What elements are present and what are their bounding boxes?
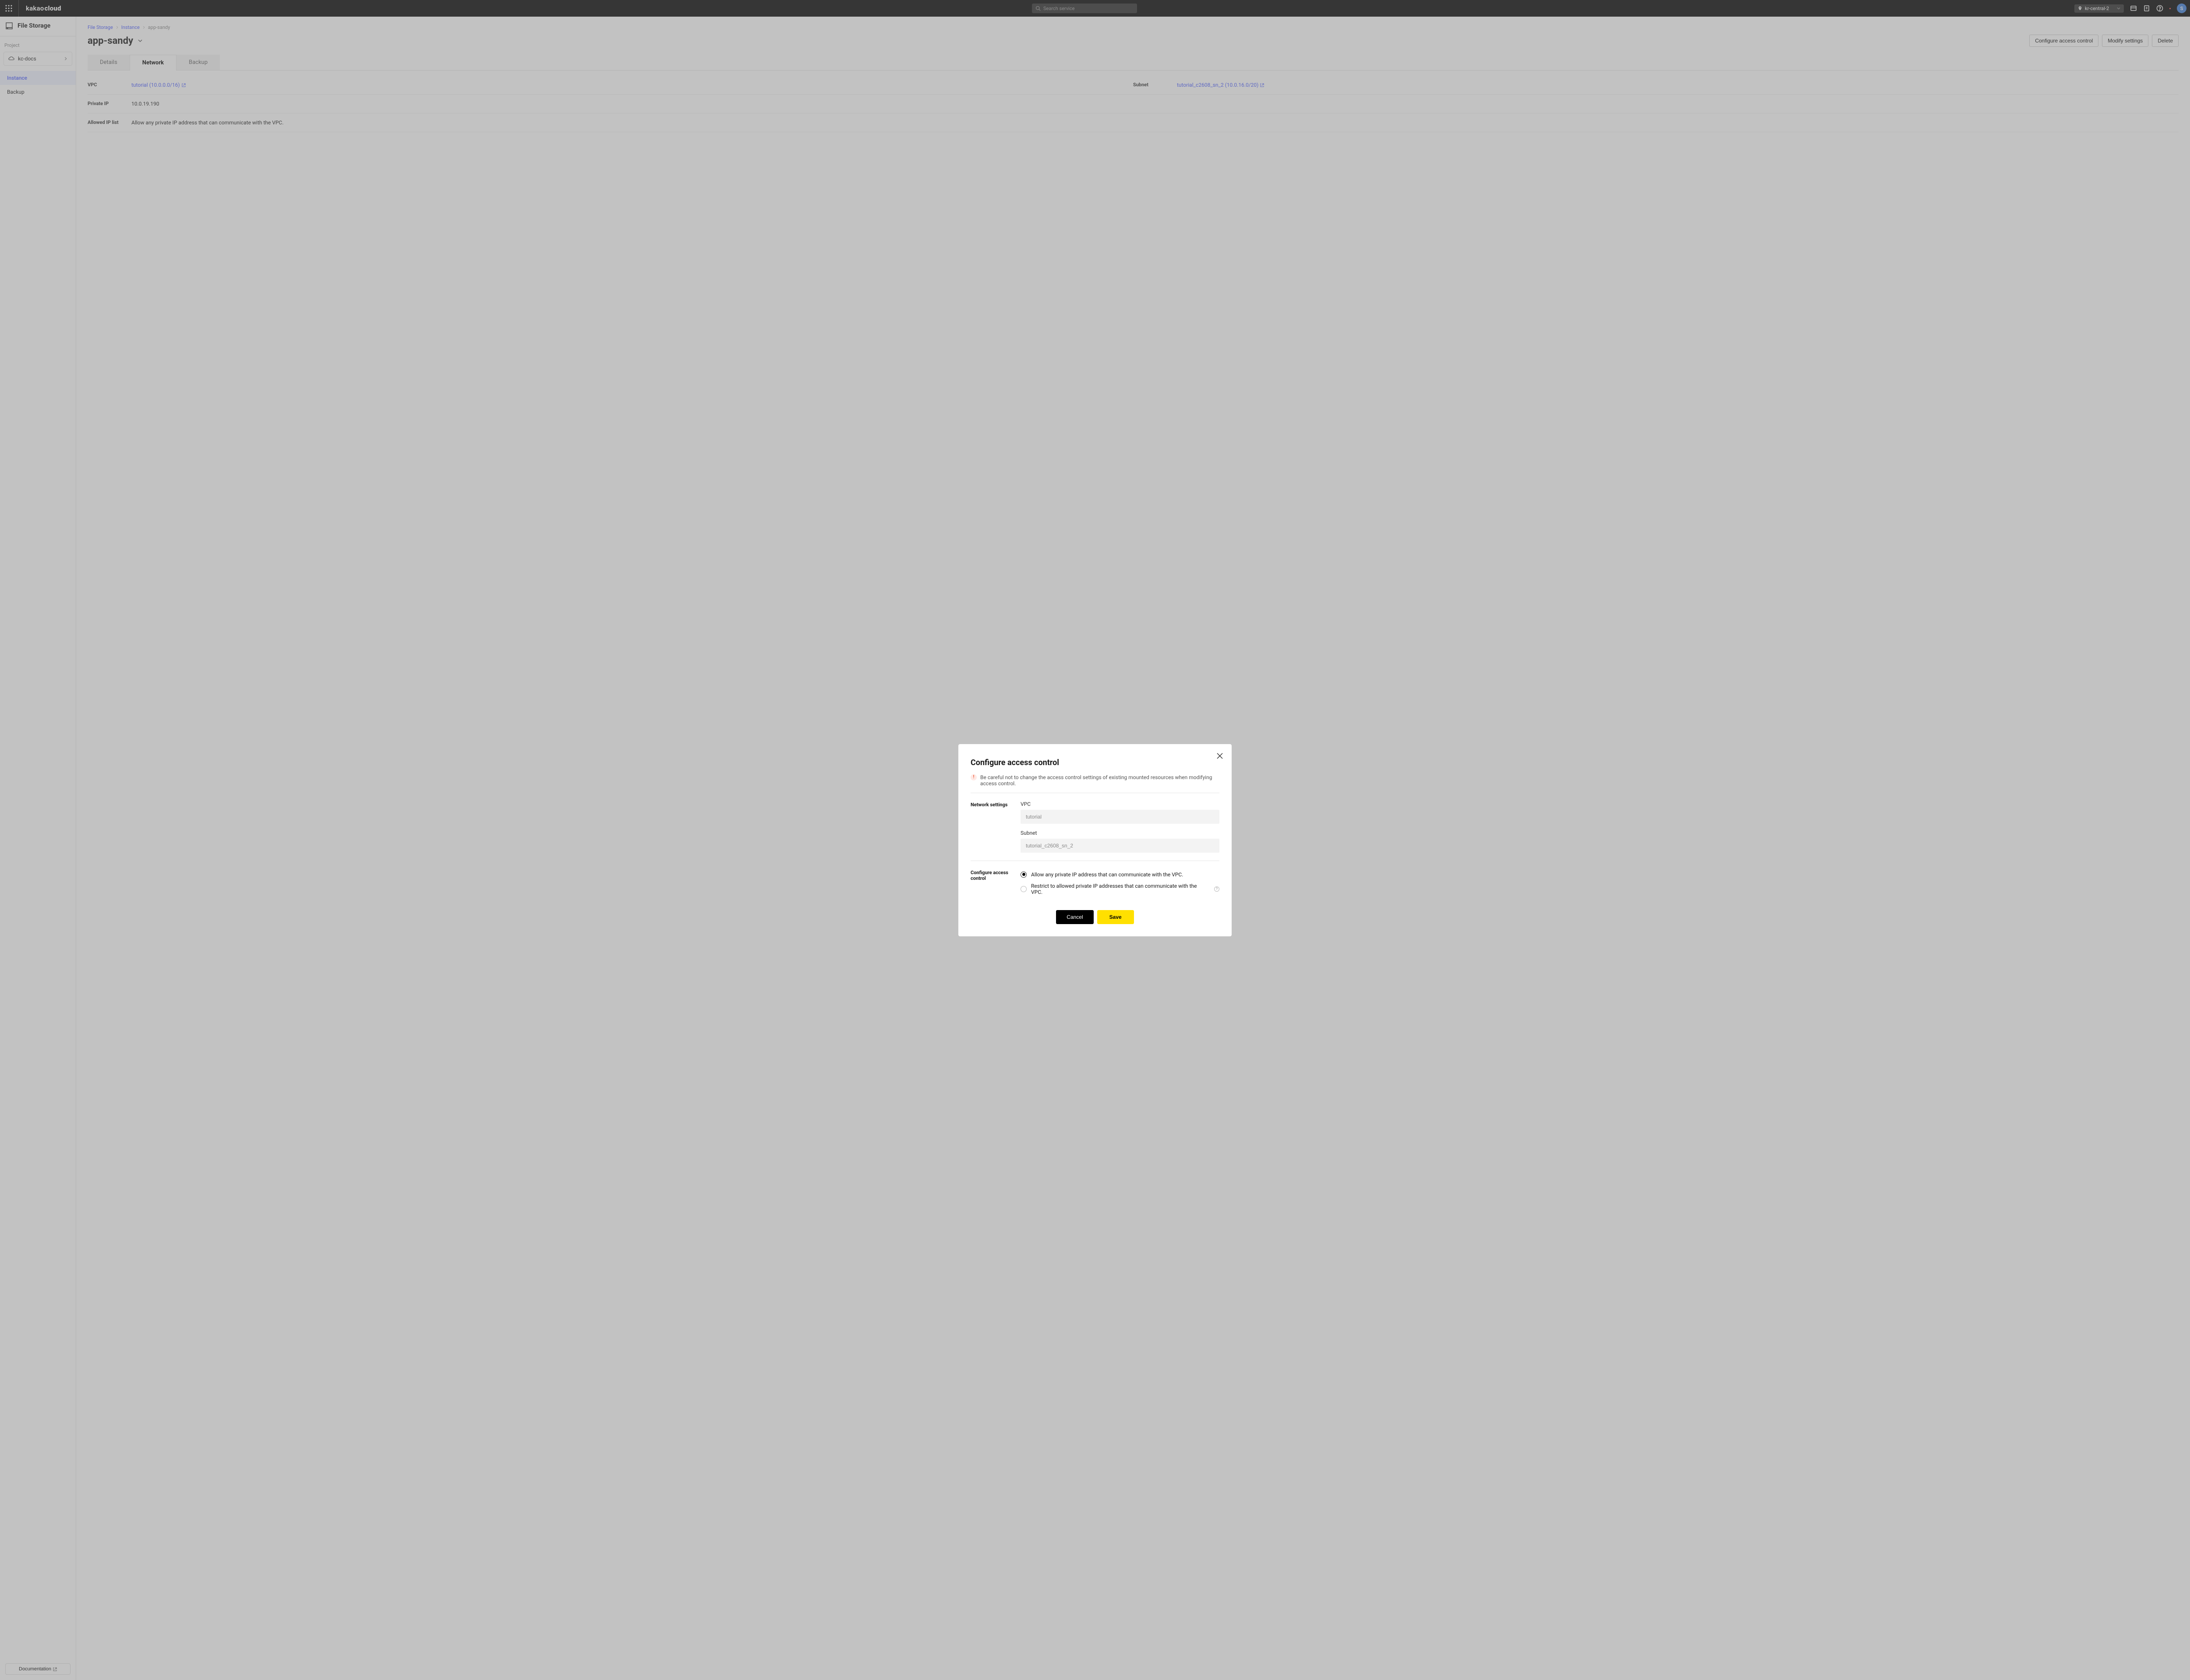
warning-text: Be careful not to change the access cont… [980, 774, 1219, 787]
access-control-label: Configure access control [971, 869, 1021, 898]
radio-icon [1021, 886, 1027, 892]
configure-access-modal: Configure access control ! Be careful no… [958, 744, 1232, 936]
radio-allow-label: Allow any private IP address that can co… [1031, 872, 1183, 878]
radio-restrict[interactable]: Restrict to allowed private IP addresses… [1021, 880, 1219, 898]
subnet-field [1021, 839, 1219, 853]
info-icon[interactable]: ? [1214, 886, 1219, 892]
vpc-field-label: VPC [1021, 801, 1219, 807]
modal-overlay[interactable]: Configure access control ! Be careful no… [0, 0, 2190, 1680]
warning-message: ! Be careful not to change the access co… [971, 774, 1219, 787]
warning-icon: ! [971, 774, 977, 780]
close-icon [1216, 752, 1224, 760]
network-settings-label: Network settings [971, 801, 1021, 853]
subnet-field-label: Subnet [1021, 830, 1219, 836]
save-button[interactable]: Save [1097, 910, 1134, 924]
close-button[interactable] [1216, 752, 1224, 760]
vpc-field [1021, 810, 1219, 824]
modal-title: Configure access control [971, 758, 1219, 767]
radio-restrict-label: Restrict to allowed private IP addresses… [1031, 883, 1208, 895]
radio-icon [1021, 872, 1027, 878]
cancel-button[interactable]: Cancel [1056, 910, 1093, 924]
radio-allow-any[interactable]: Allow any private IP address that can co… [1021, 869, 1219, 880]
